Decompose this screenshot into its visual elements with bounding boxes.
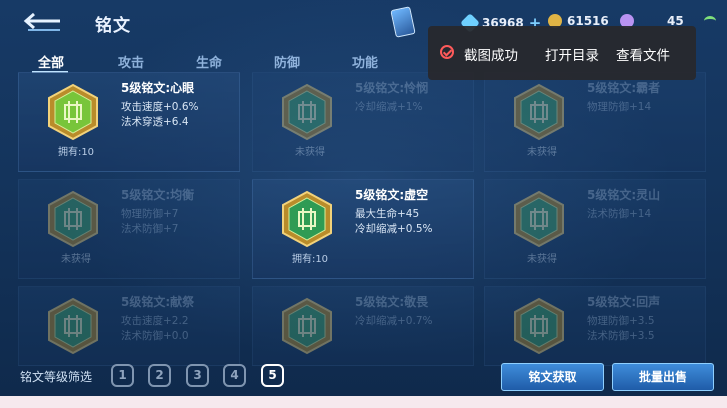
inscription-gem-icon [282,83,332,141]
owned-status: 未获得 [295,147,325,158]
obtain-inscription-button[interactable]: 铭文获取 [501,363,604,391]
inscription-card[interactable]: 5级铭文:敬畏 冷却缩减+0.7% [252,286,474,366]
inscription-gem-icon [514,83,564,141]
back-arrow-icon [23,12,60,31]
inscription-gem-icon [282,190,332,248]
level-filter-3[interactable]: 3 [186,364,209,387]
level-filter-5[interactable]: 5 [261,364,284,387]
inscription-name: 5级铭文:灵山 [587,188,661,202]
inscription-attribute: 法术防御+0.0 [121,330,189,342]
owned-status: 未获得 [527,254,557,265]
inscription-card[interactable]: 5级铭文:灵山 法术防御+14 未获得 [484,179,706,279]
toast-success-text: 截图成功 [464,48,518,64]
inscription-attribute: 物理防御+7 [121,208,179,220]
level-filter-4[interactable]: 4 [223,364,246,387]
tab-health[interactable]: 生命 [196,52,222,71]
inscription-name: 5级铭文:霸者 [587,81,661,95]
inscription-attribute: 法术防御+14 [587,208,652,220]
inscription-card[interactable]: 5级铭文:回声 物理防御+3.5 法术防御+3.5 [484,286,706,366]
inscription-attribute: 冷却缩减+0.7% [355,315,433,327]
inscription-gem-icon [514,190,564,248]
inscription-attribute: 攻击速度+2.2 [121,315,189,327]
level-filter-1[interactable]: 1 [111,364,134,387]
inscription-name: 5级铭文:心眼 [121,81,195,95]
tab-defense[interactable]: 防御 [274,52,300,71]
inscription-attribute: 物理防御+3.5 [587,315,655,327]
level-filter-label: 铭文等级筛选 [20,370,93,384]
inscription-card[interactable]: 5级铭文:霸者 物理防御+14 未获得 [484,72,706,172]
inscription-attribute: 法术穿透+6.4 [121,116,189,128]
inscription-name: 5级铭文:献祭 [121,295,195,309]
page-title: 铭文 [95,16,131,36]
owned-status: 未获得 [61,254,91,265]
inscription-card[interactable]: 5级铭文:献祭 攻击速度+2.2 法术防御+0.0 [18,286,240,366]
inscription-attribute: 物理防御+14 [587,101,652,113]
inscription-card[interactable]: 5级铭文:怜悯 冷却缩减+1% 未获得 [252,72,474,172]
inscription-gem-icon [48,83,98,141]
tab-function[interactable]: 功能 [352,52,378,71]
owned-status: 拥有:10 [57,147,95,158]
view-file-link[interactable]: 查看文件 [616,44,670,64]
inscription-attribute: 冷却缩减+1% [355,101,423,113]
owned-status: 拥有:10 [291,254,329,265]
inscription-attribute: 法术防御+7 [121,223,179,235]
inscription-attribute: 攻击速度+0.6% [121,101,199,113]
level-filter-2[interactable]: 2 [148,364,171,387]
inscription-gem-icon [514,297,564,355]
inscription-screen: 铭文 36968 + 61516 45 全部 攻击 生命 防御 功能 5级铭文:… [0,0,727,396]
inscription-attribute: 冷却缩减+0.5% [355,223,433,235]
inscription-grid: 5级铭文:心眼 攻击速度+0.6% 法术穿透+6.4 拥有:10 5级铭文:怜悯 冷却缩减… [18,72,710,366]
inscription-attribute: 法术防御+3.5 [587,330,655,342]
inscription-name: 5级铭文:回声 [587,295,661,309]
wifi-icon [704,16,716,26]
inscription-name: 5级铭文:均衡 [121,188,195,202]
inscription-card[interactable]: 5级铭文:心眼 攻击速度+0.6% 法术穿透+6.4 拥有:10 [18,72,240,172]
inscription-card[interactable]: 5级铭文:虚空 最大生命+45 冷却缩减+0.5% 拥有:10 [252,179,474,279]
owned-status: 未获得 [527,147,557,158]
open-directory-link[interactable]: 打开目录 [545,44,599,64]
inscription-gem-icon [48,297,98,355]
bottom-bar: 铭文等级筛选 1 2 3 4 5 铭文获取 批量出售 [0,355,727,396]
inscription-name: 5级铭文:敬畏 [355,295,429,309]
inscription-name: 5级铭文:虚空 [355,188,429,202]
tab-all[interactable]: 全部 [38,52,64,71]
inscription-gem-icon [48,190,98,248]
back-button[interactable] [20,10,64,36]
check-circle-icon [440,45,454,59]
inscription-card[interactable]: 5级铭文:均衡 物理防御+7 法术防御+7 未获得 [18,179,240,279]
rune-bag-icon[interactable] [390,6,416,38]
batch-sell-button[interactable]: 批量出售 [612,363,714,391]
inscription-gem-icon [282,297,332,355]
inscription-name: 5级铭文:怜悯 [355,81,429,95]
tab-attack[interactable]: 攻击 [118,52,144,71]
inscription-attribute: 最大生命+45 [355,208,420,220]
screenshot-toast: 截图成功 打开目录 查看文件 [428,26,696,80]
